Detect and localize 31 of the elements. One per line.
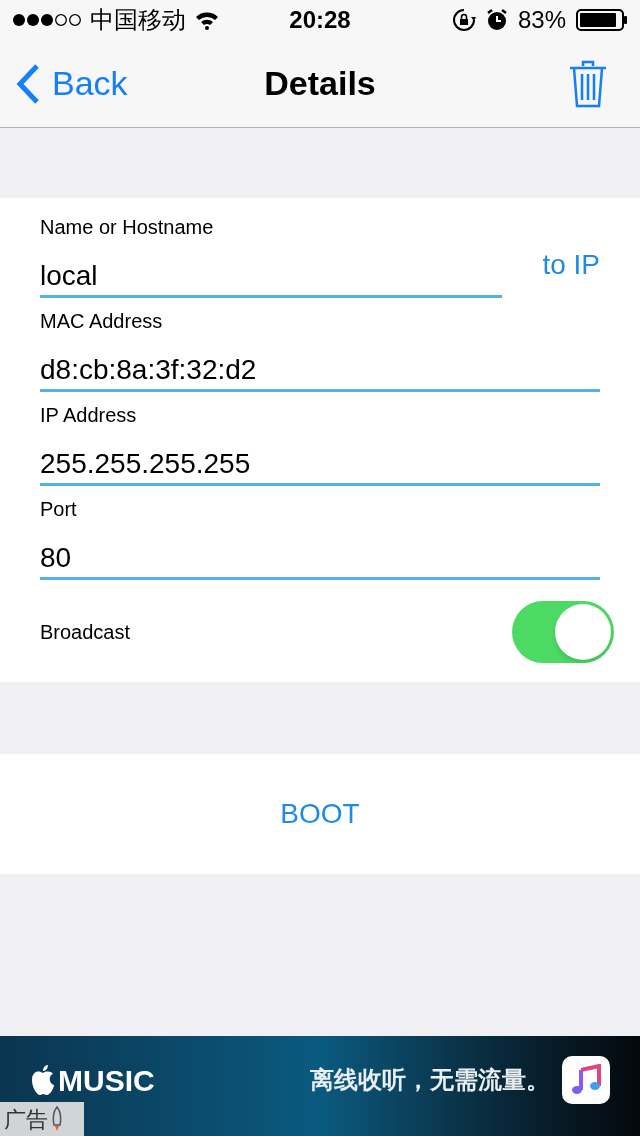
back-button[interactable]: Back (16, 58, 128, 109)
ad-tagline: 离线收听，无需流量。 (310, 1065, 550, 1095)
field-label: Name or Hostname (40, 215, 215, 240)
battery-percent: 83% (517, 5, 566, 35)
input-field[interactable]: local (40, 257, 503, 298)
to-ip-button[interactable]: to IP (542, 244, 600, 286)
screen-title: Details (264, 63, 376, 104)
trash-icon (568, 59, 608, 108)
ad-banner[interactable]: MUSIC 离线收听，无需流量。 广告 (0, 1036, 640, 1136)
wifi-icon (194, 10, 220, 30)
broadcast-label: Broadcast (40, 620, 131, 645)
input-field[interactable]: d8:cb:8a:3f:32:d2 (40, 351, 600, 392)
battery-icon (576, 9, 628, 31)
ad-label: 广告 (4, 1105, 48, 1134)
trash-button[interactable] (568, 59, 608, 108)
music-note-icon (571, 1064, 601, 1096)
rocket-icon (50, 1106, 64, 1132)
alarm-icon (485, 8, 508, 32)
rotation-lock-icon (451, 8, 476, 32)
input-field[interactable]: 255.255.255.255 (40, 445, 600, 486)
carrier-name: 中国移动 (90, 5, 186, 35)
chevron-left-icon (16, 63, 40, 104)
signal-icon (12, 13, 82, 27)
input-field[interactable]: 80 (40, 539, 600, 580)
field-label: IP Address (40, 403, 138, 428)
clock-time: 20:28 (289, 5, 351, 35)
field-label: Port (40, 497, 78, 522)
apple-logo-icon (30, 1064, 56, 1096)
field-label: MAC Address (40, 309, 164, 334)
ad-brand: MUSIC (58, 1062, 155, 1099)
boot-button[interactable]: BOOT (280, 793, 360, 835)
